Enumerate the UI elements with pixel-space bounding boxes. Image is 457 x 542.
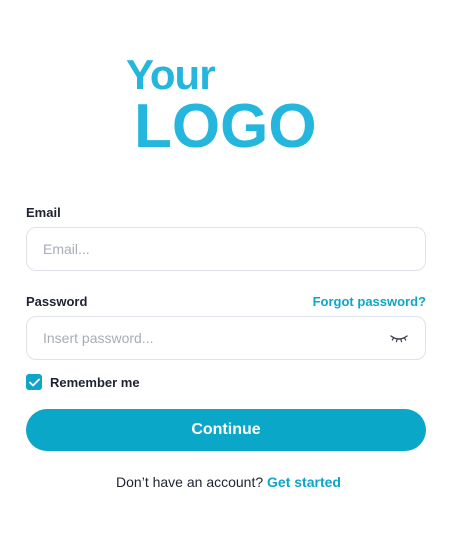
- signup-prompt: Don’t have an account? Get started: [0, 474, 457, 490]
- remember-me-checkbox[interactable]: [26, 374, 42, 390]
- email-field-wrapper[interactable]: [26, 227, 426, 271]
- remember-me[interactable]: Remember me: [26, 374, 140, 390]
- signup-prompt-text: Don’t have an account?: [116, 474, 264, 490]
- forgot-password-link[interactable]: Forgot password?: [313, 294, 426, 309]
- password-field[interactable]: [43, 317, 381, 359]
- password-label: Password: [26, 294, 88, 309]
- login-page: Your LOGO Email Password Forgot password…: [0, 0, 457, 542]
- logo-line-2: LOGO: [134, 92, 317, 161]
- logo: Your LOGO: [126, 51, 336, 158]
- email-field[interactable]: [43, 228, 409, 270]
- continue-button[interactable]: Continue: [26, 409, 426, 451]
- remember-me-label: Remember me: [50, 374, 140, 390]
- logo-line-1: Your: [126, 51, 216, 98]
- check-icon: [28, 378, 40, 386]
- email-label: Email: [26, 205, 61, 220]
- get-started-link[interactable]: Get started: [267, 474, 341, 490]
- eye-closed-icon[interactable]: [389, 331, 409, 345]
- password-field-wrapper[interactable]: [26, 316, 426, 360]
